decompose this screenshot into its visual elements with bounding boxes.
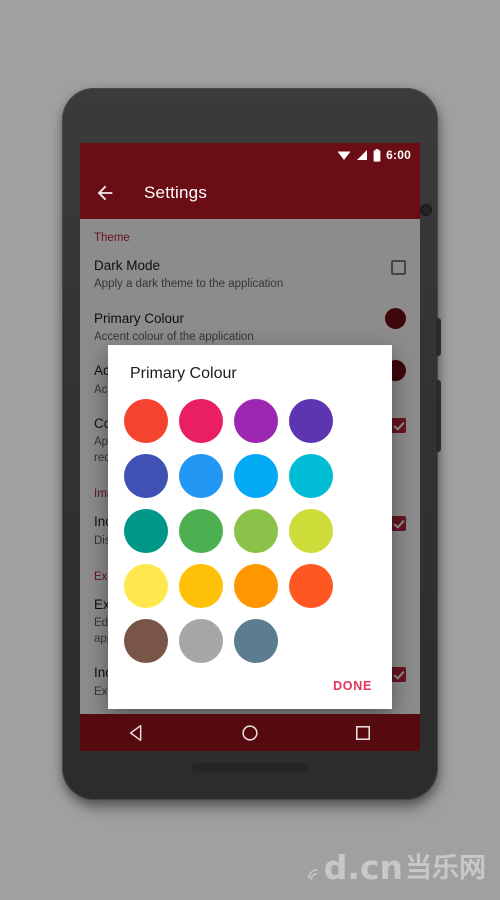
bottom-speaker	[192, 763, 308, 772]
wifi-icon	[337, 151, 351, 160]
colour-swatch-cyan[interactable]	[289, 454, 333, 498]
volume-button[interactable]	[436, 380, 441, 452]
colour-swatch-deep-orange[interactable]	[289, 564, 333, 608]
colour-swatch-light-blue[interactable]	[234, 454, 278, 498]
colour-swatch-yellow[interactable]	[124, 564, 168, 608]
colour-swatch-red[interactable]	[124, 399, 168, 443]
signal-icon	[357, 150, 368, 160]
home-key-icon[interactable]	[239, 722, 261, 744]
colour-swatch-blue[interactable]	[179, 454, 223, 498]
page-title: Settings	[144, 183, 208, 202]
app-bar: Settings	[80, 167, 420, 219]
front-camera-icon	[420, 204, 432, 216]
colour-swatch-pink[interactable]	[179, 399, 223, 443]
battery-icon	[373, 148, 381, 162]
primary-colour-dialog: Primary Colour DONE	[108, 345, 392, 709]
dialog-title: Primary Colour	[130, 365, 237, 382]
status-bar: 6:00	[80, 143, 420, 167]
colour-swatch-brown[interactable]	[124, 619, 168, 663]
settings-list[interactable]: Theme Dark Mode Apply a dark theme to th…	[80, 219, 420, 714]
colour-swatch-teal[interactable]	[124, 509, 168, 553]
watermark-latin: d.cn	[323, 848, 403, 887]
colour-swatch-grid[interactable]	[108, 385, 392, 665]
phone-screen: 6:00 Settings Theme Dark Mode Apply a da…	[80, 143, 420, 751]
back-arrow-icon[interactable]	[94, 182, 116, 204]
status-bar-clock: 6:00	[386, 148, 411, 162]
navigation-bar	[80, 714, 420, 751]
colour-swatch-green[interactable]	[179, 509, 223, 553]
colour-swatch-amber[interactable]	[179, 564, 223, 608]
wifi-wave-icon	[307, 869, 318, 880]
colour-swatch-blue-grey[interactable]	[234, 619, 278, 663]
site-watermark: d.cn 当乐网	[306, 851, 486, 884]
colour-swatch-light-green[interactable]	[234, 509, 278, 553]
back-key-icon[interactable]	[126, 722, 148, 744]
recents-key-icon[interactable]	[352, 722, 374, 744]
colour-swatch-orange[interactable]	[234, 564, 278, 608]
watermark-cjk: 当乐网	[405, 853, 486, 884]
power-button[interactable]	[436, 318, 441, 356]
colour-swatch-deep-purple[interactable]	[289, 399, 333, 443]
dialog-actions: DONE	[108, 665, 392, 709]
colour-swatch-lime[interactable]	[289, 509, 333, 553]
done-button[interactable]: DONE	[333, 679, 372, 693]
colour-swatch-indigo[interactable]	[124, 454, 168, 498]
colour-swatch-grey[interactable]	[179, 619, 223, 663]
colour-swatch-purple[interactable]	[234, 399, 278, 443]
